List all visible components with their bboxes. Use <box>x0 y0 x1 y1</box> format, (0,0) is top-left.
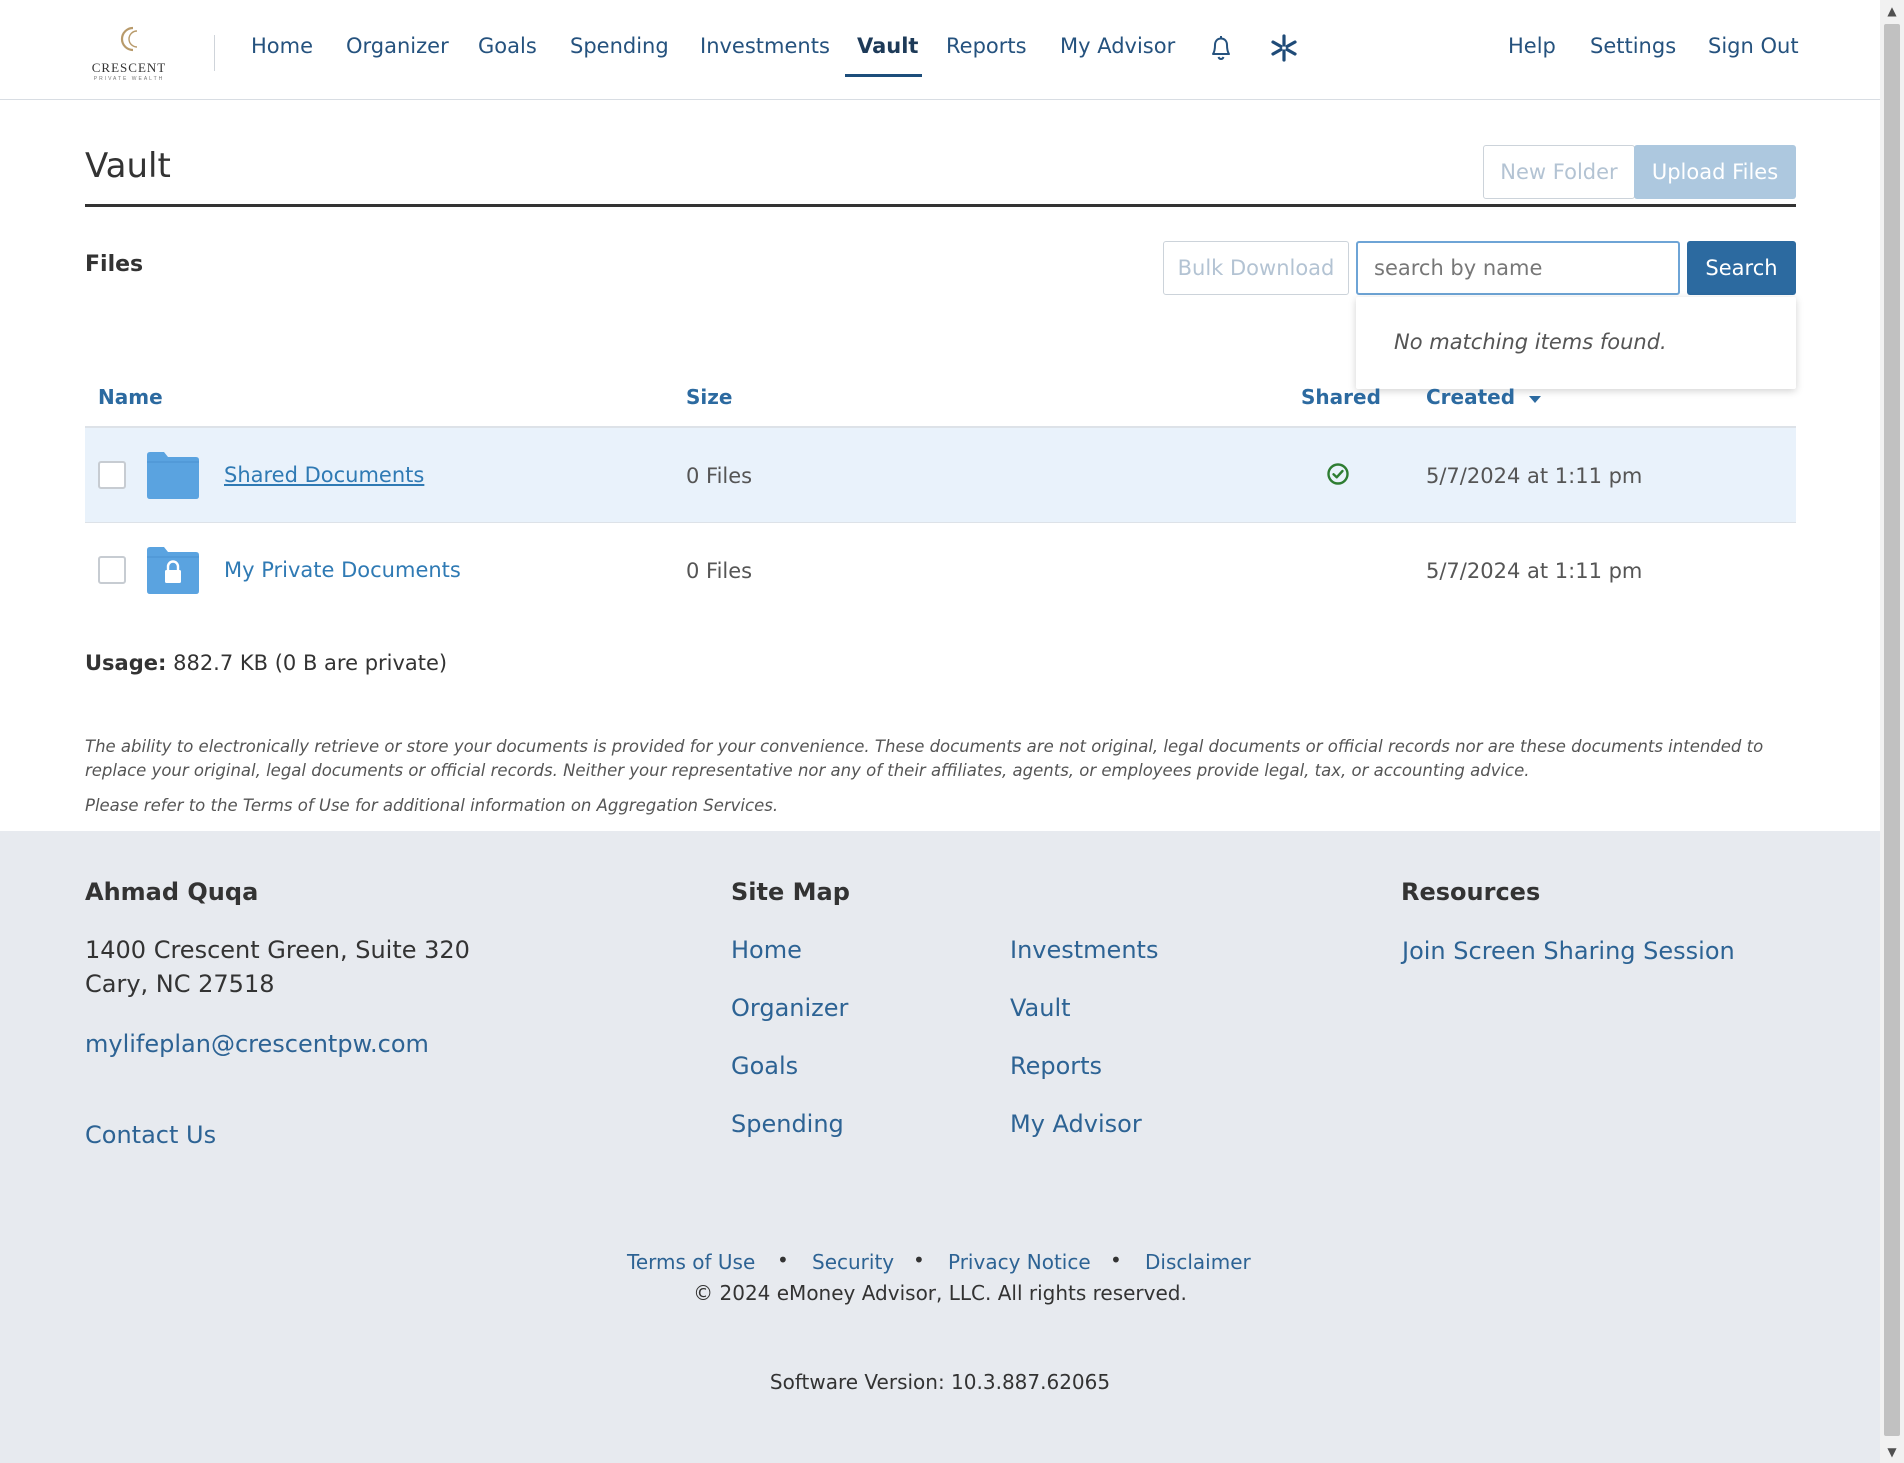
search-input[interactable] <box>1356 241 1680 295</box>
nav-investments[interactable]: Investments <box>700 34 830 58</box>
file-created-date: 5/7/2024 at 1:11 pm <box>1426 559 1643 583</box>
sitemap-reports[interactable]: Reports <box>1010 1052 1102 1080</box>
terms-note: Please refer to the Terms of Use for add… <box>85 796 779 815</box>
sitemap-spending[interactable]: Spending <box>731 1110 844 1138</box>
advisor-address-line-2: Cary, NC 27518 <box>85 970 275 998</box>
software-version: Software Version: 10.3.887.62065 <box>769 1370 1111 1394</box>
separator-bullet: • <box>1110 1248 1122 1272</box>
row-checkbox[interactable] <box>98 461 126 489</box>
advisor-email-link[interactable]: mylifeplan@crescentpw.com <box>85 1030 429 1058</box>
sitemap-goals[interactable]: Goals <box>731 1052 798 1080</box>
column-header-created-label: Created <box>1426 385 1516 409</box>
bulk-download-button[interactable]: Bulk Download <box>1163 241 1349 295</box>
row-checkbox[interactable] <box>98 556 126 584</box>
no-results-message: No matching items found. <box>1394 330 1667 354</box>
nav-help[interactable]: Help <box>1508 34 1556 58</box>
footer: Ahmad Quqa 1400 Crescent Green, Suite 32… <box>0 831 1880 1463</box>
nav-settings[interactable]: Settings <box>1590 34 1676 58</box>
table-row: Shared Documents 0 Files 5/7/2024 at 1:1… <box>85 428 1796 523</box>
upload-files-button[interactable]: Upload Files <box>1634 145 1796 199</box>
search-button[interactable]: Search <box>1687 241 1796 295</box>
scroll-thumb[interactable] <box>1884 24 1900 1436</box>
sitemap-title: Site Map <box>731 878 850 906</box>
sitemap-vault[interactable]: Vault <box>1010 994 1071 1022</box>
nav-spending[interactable]: Spending <box>570 34 669 58</box>
separator-bullet: • <box>777 1248 789 1272</box>
file-created-date: 5/7/2024 at 1:11 pm <box>1426 464 1643 488</box>
table-row: My Private Documents 0 Files 5/7/2024 at… <box>85 523 1796 617</box>
sitemap-organizer[interactable]: Organizer <box>731 994 848 1022</box>
new-folder-button[interactable]: New Folder <box>1483 145 1635 199</box>
file-size: 0 Files <box>686 464 753 488</box>
files-section-title: Files <box>85 252 144 277</box>
resources-title: Resources <box>1401 878 1541 906</box>
file-name-link[interactable]: My Private Documents <box>224 558 461 582</box>
advisor-name: Ahmad Quqa <box>85 878 259 906</box>
search-results-dropdown: No matching items found. <box>1356 297 1796 389</box>
terms-of-use-link[interactable]: Terms of Use <box>627 1250 755 1274</box>
join-screen-sharing-link[interactable]: Join Screen Sharing Session <box>1402 937 1735 965</box>
scroll-up-arrow-icon[interactable]: ▲ <box>1880 0 1904 22</box>
separator-bullet: • <box>913 1248 925 1272</box>
nav-divider <box>214 35 215 71</box>
security-link[interactable]: Security <box>812 1250 894 1274</box>
copyright: © 2024 eMoney Advisor, LLC. All rights r… <box>693 1281 1187 1305</box>
column-header-shared[interactable]: Shared <box>1301 385 1381 409</box>
title-divider <box>85 204 1796 207</box>
brand-logo[interactable]: CRESCENT PRIVATE WEALTH <box>85 24 173 88</box>
file-size: 0 Files <box>686 559 753 583</box>
nav-my-advisor[interactable]: My Advisor <box>1060 34 1175 58</box>
nav-home[interactable]: Home <box>251 34 313 58</box>
sitemap-my-advisor[interactable]: My Advisor <box>1010 1110 1142 1138</box>
vault-disclaimer: The ability to electronically retrieve o… <box>85 737 1764 780</box>
sitemap-investments[interactable]: Investments <box>1010 936 1158 964</box>
brand-name: CRESCENT <box>91 60 167 75</box>
disclaimer-link[interactable]: Disclaimer <box>1145 1250 1251 1274</box>
column-header-created[interactable]: Created <box>1426 385 1542 409</box>
asterisk-icon[interactable] <box>1268 30 1300 66</box>
brand-tagline: PRIVATE WEALTH <box>93 76 165 82</box>
contact-us-link[interactable]: Contact Us <box>85 1121 216 1149</box>
column-header-name[interactable]: Name <box>98 385 163 409</box>
top-nav: CRESCENT PRIVATE WEALTH Home Organizer G… <box>0 0 1880 100</box>
folder-icon <box>147 452 199 499</box>
locked-folder-icon <box>147 547 199 594</box>
nav-sign-out[interactable]: Sign Out <box>1708 34 1799 58</box>
sitemap-home[interactable]: Home <box>731 936 802 964</box>
file-name-link[interactable]: Shared Documents <box>224 463 424 487</box>
nav-goals[interactable]: Goals <box>478 34 537 58</box>
page-title: Vault <box>85 146 171 186</box>
usage-label: Usage: <box>85 651 167 675</box>
privacy-notice-link[interactable]: Privacy Notice <box>948 1250 1091 1274</box>
column-header-size[interactable]: Size <box>686 385 732 409</box>
nav-reports[interactable]: Reports <box>946 34 1027 58</box>
crescent-logo-icon <box>120 26 138 52</box>
scroll-down-arrow-icon[interactable]: ▼ <box>1880 1441 1904 1463</box>
storage-usage: Usage: 882.7 KB (0 B are private) <box>85 651 447 675</box>
nav-vault[interactable]: Vault <box>857 34 918 58</box>
sort-desc-icon <box>1529 395 1542 403</box>
page: CRESCENT PRIVATE WEALTH Home Organizer G… <box>0 0 1880 1463</box>
active-tab-indicator <box>845 74 922 77</box>
bell-icon[interactable] <box>1205 30 1237 66</box>
page-scrollbar[interactable]: ▲ ▼ <box>1880 0 1904 1463</box>
usage-value: 882.7 KB (0 B are private) <box>173 651 448 675</box>
shared-check-icon <box>1327 463 1349 485</box>
advisor-address-line-1: 1400 Crescent Green, Suite 320 <box>85 936 470 964</box>
nav-organizer[interactable]: Organizer <box>346 34 449 58</box>
